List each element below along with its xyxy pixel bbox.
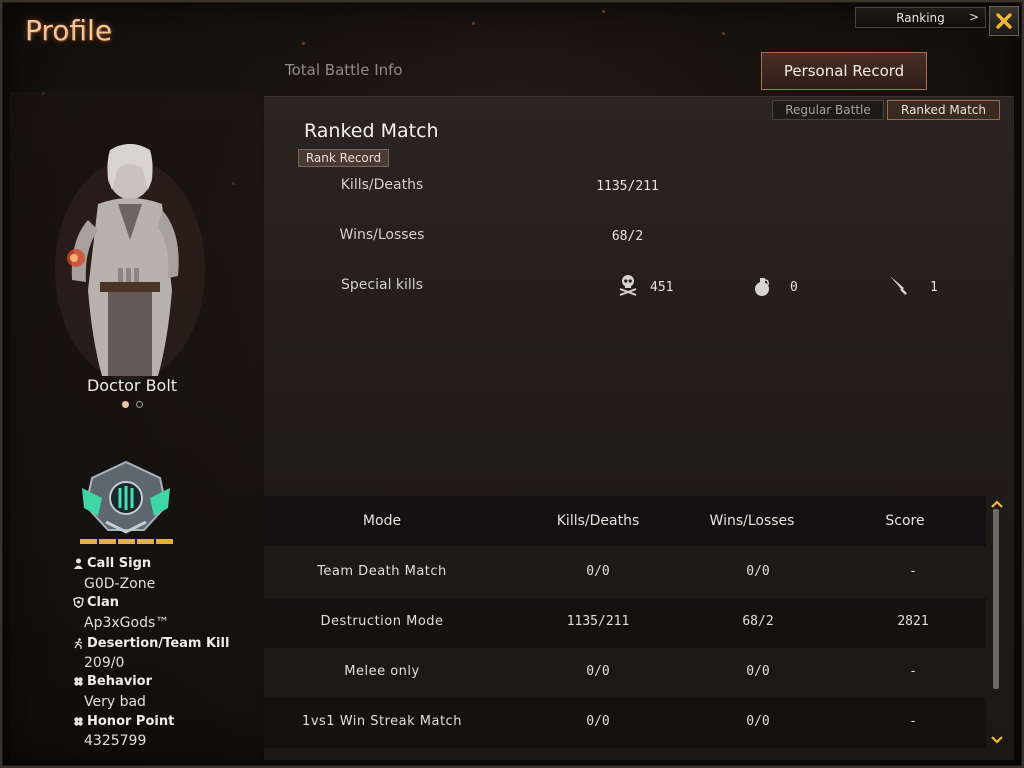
rank-bar <box>156 539 173 544</box>
character-portrait <box>55 144 205 380</box>
behavior-label-text: Behavior <box>87 674 153 689</box>
row-score: - <box>909 664 917 679</box>
desertion-label-text: Desertion/Team Kill <box>87 636 230 651</box>
knife-icon <box>890 276 907 295</box>
pager-dot[interactable] <box>136 401 143 408</box>
ranking-button[interactable]: Ranking > <box>855 7 986 28</box>
character-name: Doctor Bolt <box>86 376 178 395</box>
chevron-down-icon[interactable] <box>991 736 1003 744</box>
clan-value: Ap3xGods™ <box>84 615 170 631</box>
table-row: 1vs1 Win Streak Match 0/0 0/0 - <box>264 698 986 748</box>
honor-label-text: Honor Point <box>87 714 175 729</box>
call-sign-label: Call Sign <box>73 556 151 571</box>
section-title: Ranked Match <box>304 120 439 142</box>
header-mode: Mode <box>362 513 402 529</box>
pager-dot[interactable] <box>122 401 129 408</box>
headshot-kills-value: 451 <box>650 280 674 295</box>
rank-bar <box>118 539 135 544</box>
close-icon <box>996 13 1012 29</box>
table-row: Team Death Match 0/0 0/0 - <box>264 548 986 598</box>
honor-value: 4325799 <box>84 733 147 749</box>
wins-losses-value: 68/2 <box>611 229 644 244</box>
clover-icon <box>74 717 83 726</box>
table-row: Melee only 0/0 0/0 - <box>264 648 986 698</box>
row-wins-losses: 0/0 <box>746 564 770 579</box>
row-score: - <box>909 564 917 579</box>
rank-bar <box>80 539 97 544</box>
rank-level-bars <box>80 539 173 544</box>
tab-ranked-match[interactable]: Ranked Match <box>887 100 1000 120</box>
kills-deaths-value: 1135/211 <box>596 179 659 194</box>
desertion-value: 209/0 <box>84 655 125 671</box>
rank-emblem-icon <box>82 460 170 534</box>
row-kills-deaths: 1135/211 <box>566 614 630 629</box>
ranking-label: Ranking <box>896 10 945 25</box>
header-kills-deaths: Kills/Deaths <box>556 513 640 529</box>
wins-losses-label: Wins/Losses <box>339 227 425 243</box>
skull-crossbones-icon <box>619 275 637 296</box>
clover-icon <box>74 677 83 686</box>
row-wins-losses: 0/0 <box>746 664 770 679</box>
running-person-icon <box>74 638 83 649</box>
grenade-kills-value: 0 <box>790 280 798 295</box>
tab-personal-record[interactable]: Personal Record <box>761 52 927 90</box>
chevron-right-icon: > <box>968 10 979 24</box>
window-title: Profile <box>25 14 113 47</box>
clan-icon <box>73 597 84 608</box>
row-kills-deaths: 0/0 <box>586 664 610 679</box>
tab-regular-battle[interactable]: Regular Battle <box>772 100 884 120</box>
special-kills-label: Special kills <box>341 277 423 293</box>
scroll-thumb[interactable] <box>993 509 999 689</box>
row-wins-losses: 68/2 <box>742 614 774 629</box>
rank-bar <box>137 539 154 544</box>
clan-label: Clan <box>73 595 119 610</box>
grenade-icon <box>755 278 769 296</box>
row-mode: Team Death Match <box>317 564 447 579</box>
rank-record-button[interactable]: Rank Record <box>298 149 389 167</box>
call-sign-value: G0D-Zone <box>84 576 156 592</box>
rank-bar <box>99 539 116 544</box>
table-header: Mode Kills/Deaths Wins/Losses Score <box>264 496 986 546</box>
desertion-label: Desertion/Team Kill <box>73 636 229 651</box>
behavior-label: Behavior <box>73 674 152 689</box>
table-scrollbar[interactable] <box>991 500 1003 750</box>
close-button[interactable] <box>989 6 1019 36</box>
chevron-up-icon[interactable] <box>991 500 1003 508</box>
character-pager <box>122 401 143 408</box>
knife-kills-value: 1 <box>930 280 938 295</box>
honor-label: Honor Point <box>73 714 174 729</box>
row-mode: Destruction Mode <box>320 614 444 629</box>
header-wins-losses: Wins/Losses <box>709 513 795 529</box>
row-mode: Melee only <box>344 664 420 679</box>
header-score: Score <box>885 513 925 529</box>
kills-deaths-label: Kills/Deaths <box>340 177 424 193</box>
row-score: - <box>909 714 917 729</box>
row-wins-losses: 0/0 <box>746 714 770 729</box>
row-score: 2821 <box>897 614 929 629</box>
person-icon <box>74 558 83 569</box>
row-mode: 1vs1 Win Streak Match <box>302 714 462 729</box>
behavior-value: Very bad <box>84 694 146 710</box>
tab-total-battle-info[interactable]: Total Battle Info <box>285 61 403 79</box>
mode-table: Mode Kills/Deaths Wins/Losses Score Team… <box>264 496 986 760</box>
row-kills-deaths: 0/0 <box>586 564 610 579</box>
call-sign-label-text: Call Sign <box>87 556 152 571</box>
clan-label-text: Clan <box>87 595 120 610</box>
table-row: Destruction Mode 1135/211 68/2 2821 <box>264 598 986 648</box>
row-kills-deaths: 0/0 <box>586 714 610 729</box>
